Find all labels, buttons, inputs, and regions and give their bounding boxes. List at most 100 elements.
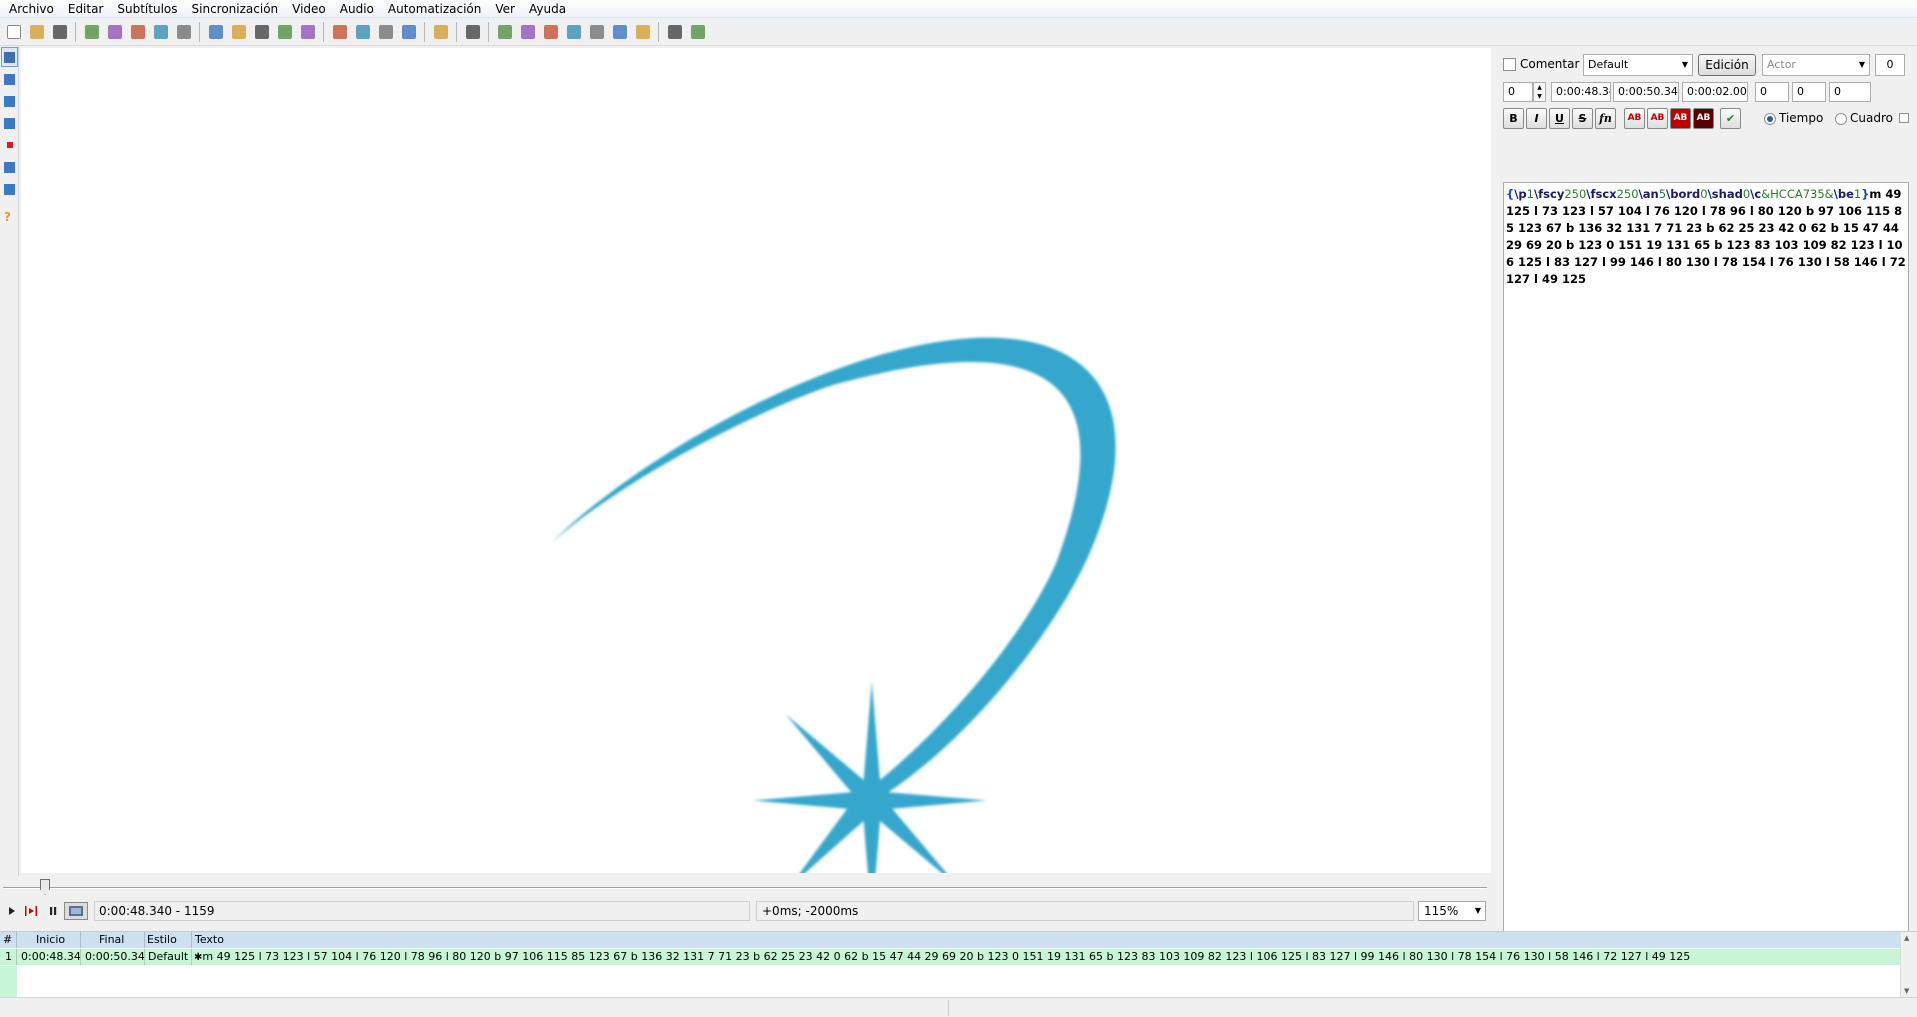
override-tag-part: an xyxy=(1642,187,1659,201)
scroll-up-icon[interactable]: ▲ xyxy=(1904,934,1909,942)
menu-editar[interactable]: Editar xyxy=(61,0,111,18)
video-display[interactable] xyxy=(21,48,1491,873)
subtitle-edit-panel: Comentar Default ▼ Edición Actor ▼ 0 0 ▲… xyxy=(1495,48,1917,964)
seek-thumb[interactable] xyxy=(40,879,50,895)
autoscroll-icon[interactable] xyxy=(64,902,88,920)
start-time-field[interactable]: 0:00:48.34 xyxy=(1551,82,1611,102)
col-start[interactable]: Inicio xyxy=(17,932,81,948)
timing-icon[interactable] xyxy=(608,21,631,43)
video-seek-bar[interactable] xyxy=(0,876,1494,898)
menu-ayuda[interactable]: Ayuda xyxy=(522,0,573,18)
menu-audio[interactable]: Audio xyxy=(333,0,381,18)
grid-empty-gutter xyxy=(0,966,17,998)
edit-style-button[interactable]: Edición xyxy=(1698,54,1756,76)
save-icon[interactable] xyxy=(48,21,71,43)
shift-times-icon[interactable] xyxy=(397,21,420,43)
zoom-select[interactable]: 115% ▼ xyxy=(1418,901,1486,921)
collapse-toggle[interactable] xyxy=(1899,113,1909,123)
col-end[interactable]: Final xyxy=(81,932,145,948)
commit-check-icon[interactable]: ✔ xyxy=(1720,108,1741,129)
standard-tool-icon[interactable] xyxy=(1,47,18,67)
resample-icon[interactable] xyxy=(296,21,319,43)
margin-right-field[interactable]: 0 xyxy=(1792,82,1826,102)
automation-icon[interactable] xyxy=(429,21,452,43)
menu-video[interactable]: Video xyxy=(285,0,333,18)
subtitle-text-editor[interactable]: {\p1\fscy250\fscx250\an5\bord0\shad0\c&H… xyxy=(1503,182,1909,964)
jump-icon[interactable] xyxy=(80,21,103,43)
col-text[interactable]: Texto xyxy=(192,932,1892,948)
margin-left-field[interactable]: 0 xyxy=(1755,82,1789,102)
styles-manager-icon[interactable] xyxy=(204,21,227,43)
stop-icon[interactable] xyxy=(562,21,585,43)
help-icon[interactable]: ? xyxy=(1,207,18,227)
kanji-timer-icon[interactable] xyxy=(461,21,484,43)
tag-icon[interactable] xyxy=(686,21,709,43)
pause-icon[interactable] xyxy=(44,902,62,920)
table-row[interactable]: 1 0:00:48.34 0:00:50.34 Default ✱m 49 12… xyxy=(0,949,1900,965)
new-file-icon[interactable] xyxy=(2,21,25,43)
drag-tool-icon[interactable] xyxy=(1,69,18,89)
frame-radio[interactable] xyxy=(1835,113,1847,125)
override-tag-part: fscx xyxy=(1590,187,1617,201)
properties-icon[interactable] xyxy=(149,21,172,43)
time-radio[interactable] xyxy=(1764,113,1776,125)
fix-icon[interactable] xyxy=(539,21,562,43)
subtitle-grid[interactable]: # Inicio Final Estilo Texto 1 0:00:48.34… xyxy=(0,931,1917,998)
video-controls: 0:00:48.340 - 1159 +0ms; -2000ms 115% ▼ xyxy=(0,899,1494,923)
zoom-out-icon[interactable] xyxy=(126,21,149,43)
time-display[interactable]: 0:00:48.340 - 1159 xyxy=(94,901,750,921)
visual-tools-bar: ? xyxy=(0,46,19,876)
select-lines-icon[interactable] xyxy=(374,21,397,43)
scroll-down-icon[interactable]: ▼ xyxy=(1904,987,1909,995)
primary-color-button[interactable]: AB xyxy=(1624,108,1645,129)
effect-field[interactable]: 0 xyxy=(1875,54,1905,76)
vector-clip-tool-icon[interactable] xyxy=(1,179,18,199)
font-button[interactable]: fn xyxy=(1595,108,1616,129)
attachments-icon[interactable] xyxy=(172,21,195,43)
play-icon[interactable] xyxy=(2,902,20,920)
fonts-collector-icon[interactable] xyxy=(250,21,273,43)
spellcheck-icon[interactable] xyxy=(328,21,351,43)
comment-checkbox[interactable] xyxy=(1503,58,1516,71)
menu-archivo[interactable]: Archivo xyxy=(2,0,61,18)
underline-button[interactable]: U xyxy=(1549,108,1570,129)
override-tag-part: 250 xyxy=(1616,187,1639,201)
rotate-z-tool-icon[interactable] xyxy=(1,91,18,111)
strikeout-button[interactable]: S xyxy=(1572,108,1593,129)
translation-icon[interactable] xyxy=(351,21,374,43)
actor-combo[interactable]: Actor ▼ xyxy=(1762,54,1870,76)
secondary-color-button[interactable]: AB xyxy=(1647,108,1668,129)
outline-color-button[interactable]: AB xyxy=(1670,108,1691,129)
scale-tool-icon[interactable] xyxy=(1,135,18,155)
margin-vertical-field[interactable]: 0 xyxy=(1829,82,1871,102)
menu-automatizacion[interactable]: Automatización xyxy=(381,0,488,18)
open-file-icon[interactable] xyxy=(25,21,48,43)
style-select[interactable]: Default ▼ xyxy=(1583,54,1693,76)
menu-sincronizacion[interactable]: Sincronización xyxy=(185,0,286,18)
shadow-color-button[interactable]: AB xyxy=(1693,108,1714,129)
tools-icon[interactable] xyxy=(663,21,686,43)
video-details-icon[interactable] xyxy=(273,21,296,43)
grid-scrollbar[interactable]: ▲ ▼ xyxy=(1900,932,1917,998)
timing-post-icon[interactable] xyxy=(493,21,516,43)
zoom-in-icon[interactable] xyxy=(103,21,126,43)
bold-button[interactable]: B xyxy=(1503,108,1524,129)
override-tags: {\p1\fscy250\fscx250\an5\bord0\shad0\c&H… xyxy=(1506,187,1869,201)
rotate-xy-tool-icon[interactable] xyxy=(1,113,18,133)
col-number[interactable]: # xyxy=(0,932,17,948)
translate-icon[interactable] xyxy=(516,21,539,43)
layer-spin[interactable]: 0 xyxy=(1503,82,1533,102)
row-text: ✱m 49 125 l 73 123 l 57 104 l 76 120 l 7… xyxy=(192,949,1892,965)
layer-spin-arrows[interactable]: ▲ ▼ xyxy=(1533,82,1546,102)
end-time-field[interactable]: 0:00:50.34 xyxy=(1613,82,1679,102)
play-line-icon[interactable] xyxy=(22,902,40,920)
clock-icon[interactable] xyxy=(585,21,608,43)
clip-tool-icon[interactable] xyxy=(1,157,18,177)
styles-icon[interactable] xyxy=(227,21,250,43)
check-icon[interactable] xyxy=(631,21,654,43)
menu-subtitulos[interactable]: Subtítulos xyxy=(110,0,184,18)
italic-button[interactable]: I xyxy=(1526,108,1547,129)
col-style[interactable]: Estilo xyxy=(145,932,192,948)
menu-ver[interactable]: Ver xyxy=(488,0,522,18)
duration-field[interactable]: 0:00:02.00 xyxy=(1682,82,1748,102)
